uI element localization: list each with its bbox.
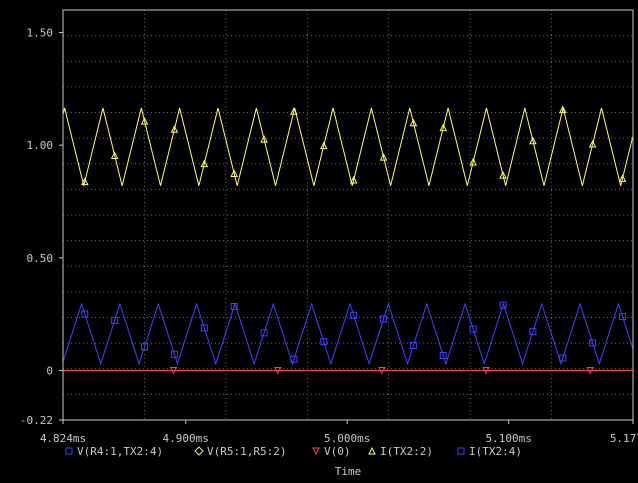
chart-svg: -0.22 0 0.50 1.00 1.50 4.824ms 4.900ms 5.000ms 5…	[0, 0, 638, 478]
plot-window: -0.22 0 0.50 1.00 1.50 4.824ms 4.900ms 5.000ms 5…	[0, 0, 638, 478]
x-tick-label: 4.900ms	[163, 432, 209, 445]
y-tick-label: 1.00	[27, 139, 54, 152]
y-tick-label: 0.50	[27, 252, 54, 265]
legend-entry: V(R4:1,TX2:4)	[77, 445, 163, 458]
y-tick-label: -0.22	[20, 414, 53, 427]
legend-entry: V(R5:1,R5:2)	[207, 445, 286, 458]
legend-entry: I(TX2:4)	[469, 445, 522, 458]
y-tick-label: 1.50	[27, 27, 54, 40]
legend-entry: V(0)	[324, 445, 351, 458]
x-tick-label: 5.177ms	[610, 432, 638, 445]
x-tick-label: 5.100ms	[485, 432, 531, 445]
legend-entry: I(TX2:2)	[380, 445, 433, 458]
x-tick-label: 5.000ms	[324, 432, 370, 445]
x-tick-label: 4.824ms	[40, 432, 86, 445]
x-axis-label: Time	[335, 465, 362, 478]
y-tick-label: 0	[46, 364, 53, 377]
plot-background	[0, 0, 638, 478]
